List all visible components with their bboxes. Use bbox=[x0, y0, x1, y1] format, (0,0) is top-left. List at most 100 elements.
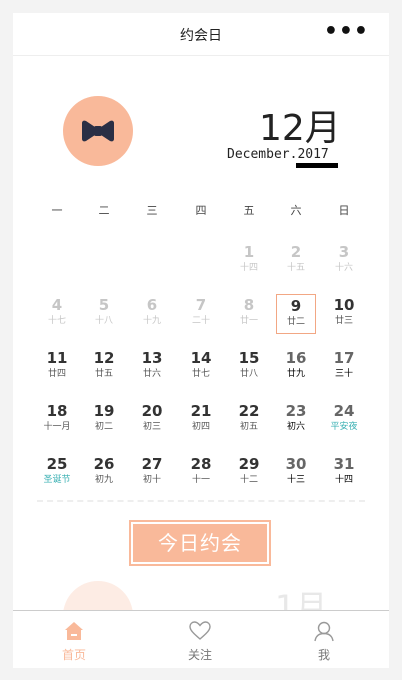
calendar-day[interactable]: 4 十七 bbox=[37, 294, 77, 334]
calendar-day[interactable]: 29 十二 bbox=[229, 453, 269, 493]
day-number: 14 bbox=[190, 349, 212, 367]
more-dots-icon[interactable]: ••• bbox=[324, 21, 369, 43]
tab-home[interactable]: 首页 bbox=[29, 619, 119, 663]
calendar-day[interactable]: 5 十八 bbox=[84, 294, 124, 334]
lunar-date: 廿二 bbox=[286, 317, 305, 327]
lunar-date: 十四 bbox=[239, 263, 258, 273]
calendar-day[interactable]: 13 廿六 bbox=[132, 347, 172, 387]
calendar-day[interactable]: 23 初六 bbox=[276, 400, 316, 440]
lunar-date: 十八 bbox=[94, 316, 113, 326]
weekday-label: 五 bbox=[243, 204, 255, 217]
year-label: 2017 bbox=[297, 147, 329, 162]
calendar-day[interactable]: 11 廿四 bbox=[37, 347, 77, 387]
calendar-day[interactable]: 20 初三 bbox=[132, 400, 172, 440]
day-number: 28 bbox=[190, 455, 212, 473]
today-date-button[interactable]: 今日约会 bbox=[129, 520, 271, 566]
day-number: 16 bbox=[285, 349, 307, 367]
lunar-date: 十七 bbox=[47, 316, 66, 326]
day-number: 13 bbox=[141, 349, 163, 367]
calendar-day[interactable]: 14 廿七 bbox=[181, 347, 221, 387]
calendar-day[interactable]: 3 十六 bbox=[324, 241, 364, 281]
calendar-day[interactable]: 15 廿八 bbox=[229, 347, 269, 387]
lunar-date: 圣诞节 bbox=[43, 475, 71, 485]
day-number: 23 bbox=[285, 402, 307, 420]
tab-follow[interactable]: 关注 bbox=[155, 619, 245, 663]
weekday-label: 六 bbox=[290, 204, 302, 217]
calendar-day[interactable]: 10 廿三 bbox=[324, 294, 364, 334]
tab-me[interactable]: 我 bbox=[279, 619, 369, 663]
calendar-day[interactable]: 12 廿五 bbox=[84, 347, 124, 387]
lunar-date: 廿五 bbox=[94, 369, 113, 379]
day-number: 6 bbox=[146, 296, 158, 314]
day-number: 31 bbox=[333, 455, 355, 473]
lunar-date: 廿三 bbox=[334, 316, 353, 326]
day-number: 20 bbox=[141, 402, 163, 420]
calendar-day[interactable]: 1 十四 bbox=[229, 241, 269, 281]
calendar-day[interactable]: 18 十一月 bbox=[37, 400, 77, 440]
day-number: 12 bbox=[93, 349, 115, 367]
day-number: 21 bbox=[190, 402, 212, 420]
calendar-day[interactable]: 22 初五 bbox=[229, 400, 269, 440]
tab-home-label: 首页 bbox=[61, 648, 86, 662]
avatar[interactable] bbox=[63, 96, 133, 166]
calendar-day[interactable]: 7 二十 bbox=[181, 294, 221, 334]
calendar-day[interactable]: 8 廿一 bbox=[229, 294, 269, 334]
lunar-date: 廿一 bbox=[239, 316, 258, 326]
calendar-day[interactable]: 16 廿九 bbox=[276, 347, 316, 387]
day-number: 29 bbox=[238, 455, 260, 473]
day-number: 7 bbox=[195, 296, 207, 314]
calendar-day[interactable]: 17 三十 bbox=[324, 347, 364, 387]
calendar-day[interactable]: 19 初二 bbox=[84, 400, 124, 440]
tab-follow-label: 关注 bbox=[187, 648, 212, 662]
calendar-day[interactable]: 26 初九 bbox=[84, 453, 124, 493]
user-icon bbox=[314, 621, 334, 642]
calendar-day[interactable]: 28 十一 bbox=[181, 453, 221, 493]
day-number: 24 bbox=[333, 402, 355, 420]
calendar-day[interactable]: 31 十四 bbox=[324, 453, 364, 493]
calendar-day[interactable]: 2 十五 bbox=[276, 241, 316, 281]
day-number: 4 bbox=[51, 296, 63, 314]
lunar-date: 初五 bbox=[239, 422, 258, 432]
year-underline bbox=[296, 163, 338, 168]
calendar-day[interactable]: 25 圣诞节 bbox=[37, 453, 77, 493]
weekday-label: 一 bbox=[51, 204, 63, 217]
lunar-date: 二十 bbox=[191, 316, 210, 326]
lunar-date: 十五 bbox=[286, 263, 305, 273]
calendar-day[interactable]: 6 十九 bbox=[132, 294, 172, 334]
weekday-label: 四 bbox=[195, 204, 207, 217]
app-screen: 约会日 ••• 12月 December.2017 一二三四五六日 1 十四 2 十五… bbox=[13, 13, 389, 668]
divider bbox=[37, 500, 365, 502]
calendar-day-today[interactable]: 9 廿二 bbox=[276, 294, 316, 334]
lunar-date: 廿八 bbox=[239, 369, 258, 379]
calendar-day[interactable]: 21 初四 bbox=[181, 400, 221, 440]
lunar-date: 廿四 bbox=[47, 369, 66, 379]
lunar-date: 三十 bbox=[334, 369, 353, 379]
month-subtitle: December.2017 bbox=[227, 147, 329, 162]
lunar-date: 十三 bbox=[286, 475, 305, 485]
day-number: 26 bbox=[93, 455, 115, 473]
lunar-date: 十一 bbox=[191, 475, 210, 485]
day-number: 25 bbox=[46, 455, 68, 473]
day-number: 2 bbox=[290, 243, 302, 261]
lunar-date: 平安夜 bbox=[330, 422, 358, 432]
title-bar: 约会日 ••• bbox=[13, 13, 389, 56]
day-number: 1 bbox=[243, 243, 255, 261]
lunar-date: 十六 bbox=[334, 263, 353, 273]
day-number: 9 bbox=[290, 297, 302, 315]
day-number: 18 bbox=[46, 402, 68, 420]
calendar-day[interactable]: 30 十三 bbox=[276, 453, 316, 493]
calendar-day[interactable]: 24 平安夜 bbox=[324, 400, 364, 440]
tab-bar: 首页 关注 我 bbox=[13, 610, 389, 668]
calendar-day[interactable]: 27 初十 bbox=[132, 453, 172, 493]
lunar-date: 廿七 bbox=[191, 369, 210, 379]
lunar-date: 十九 bbox=[142, 316, 161, 326]
day-number: 19 bbox=[93, 402, 115, 420]
day-number: 27 bbox=[141, 455, 163, 473]
weekday-label: 三 bbox=[146, 204, 158, 217]
lunar-date: 初四 bbox=[191, 422, 210, 432]
lunar-date: 廿九 bbox=[286, 369, 305, 379]
weekday-label: 二 bbox=[98, 204, 110, 217]
bow-tie-icon bbox=[82, 120, 114, 142]
lunar-date: 初六 bbox=[286, 422, 305, 432]
lunar-date: 初二 bbox=[94, 422, 113, 432]
